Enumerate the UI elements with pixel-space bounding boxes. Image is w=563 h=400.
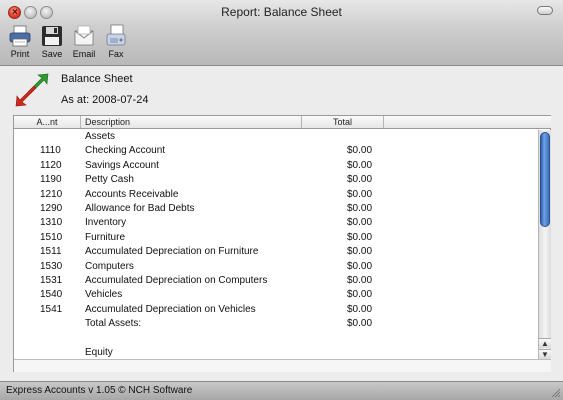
- fax-button[interactable]: Fax: [102, 24, 130, 64]
- column-header-account[interactable]: A...nt: [14, 116, 81, 128]
- row-account: 1530: [40, 260, 63, 272]
- row-description: Allowance for Bad Debts: [85, 202, 195, 214]
- row-total: $0.00: [347, 318, 373, 330]
- table-row[interactable]: 1511 Accumulated Depreciation on Furnitur…: [14, 245, 537, 259]
- row-account: 1541: [40, 303, 63, 315]
- fax-icon: [106, 24, 126, 46]
- row-account: 1531: [40, 274, 63, 286]
- fax-label: Fax: [108, 49, 124, 59]
- row-account: 1290: [40, 202, 63, 214]
- row-account: 1110: [40, 145, 61, 157]
- row-description: Accumulated Depreciation on Computers: [85, 274, 268, 286]
- row-total: $0.00: [347, 231, 373, 243]
- table-row[interactable]: 1290 Allowance for Bad Debts $0.00: [14, 202, 537, 216]
- row-description: Accounts Receivable: [85, 188, 179, 200]
- report-arrows-icon: [15, 73, 49, 107]
- print-button[interactable]: Print: [6, 24, 34, 64]
- balance-sheet-table: A...nt Description Total Assets 1110 Chec…: [13, 115, 551, 372]
- row-description: Furniture: [85, 231, 126, 243]
- row-account: 1511: [40, 246, 62, 258]
- print-label: Print: [10, 49, 30, 59]
- row-description: Computers: [85, 260, 134, 272]
- table-body: Assets 1110 Checking Account $0.00 1120 Sav…: [14, 130, 537, 359]
- window-title: Report: Balance Sheet: [221, 5, 342, 19]
- report-window: × Report: Balance Sheet Print Save Email…: [0, 0, 563, 400]
- row-total: $0.00: [347, 260, 373, 272]
- row-account: 1310: [40, 217, 63, 229]
- table-row[interactable]: 1310 Inventory $0.00: [14, 216, 537, 230]
- resize-grip-icon[interactable]: [551, 388, 561, 398]
- row-account: 1540: [40, 289, 63, 301]
- scroll-up-button[interactable]: ▲: [539, 338, 551, 348]
- table-row[interactable]: 1190 Petty Cash $0.00: [14, 173, 537, 187]
- row-total: $0.00: [347, 303, 373, 315]
- status-bar: Express Accounts v 1.05 © NCH Software: [0, 381, 563, 400]
- row-total: $0.00: [347, 289, 373, 301]
- row-description: Equity: [85, 346, 113, 358]
- status-text: Express Accounts v 1.05 © NCH Software: [6, 385, 193, 396]
- toolbar-toggle-button[interactable]: [537, 6, 553, 15]
- row-total: $0.00: [347, 246, 373, 258]
- row-description: Vehicles: [85, 289, 123, 301]
- table-row[interactable]: 1120 Savings Account $0.00: [14, 159, 537, 173]
- column-header-total[interactable]: Total: [302, 116, 384, 128]
- row-total: $0.00: [347, 159, 373, 171]
- row-total: $0.00: [347, 145, 373, 157]
- table-row[interactable]: [14, 331, 537, 345]
- table-row[interactable]: Assets: [14, 130, 537, 144]
- save-icon: [42, 26, 62, 46]
- email-button[interactable]: Email: [70, 24, 98, 64]
- report-title: Balance Sheet: [61, 73, 133, 85]
- save-label: Save: [41, 49, 63, 59]
- row-total: $0.00: [347, 274, 373, 286]
- table-row[interactable]: Equity: [14, 346, 537, 359]
- table-row[interactable]: 1110 Checking Account $0.00: [14, 144, 537, 158]
- title-bar: × Report: Balance Sheet Print Save Email…: [0, 0, 563, 66]
- row-description: Accumulated Depreciation on Furniture: [85, 246, 259, 258]
- print-icon: [9, 25, 31, 47]
- row-total: $0.00: [347, 174, 373, 186]
- row-account: 1190: [40, 174, 62, 186]
- table-row[interactable]: 1210 Accounts Receivable $0.00: [14, 188, 537, 202]
- column-header-description[interactable]: Description: [81, 116, 302, 128]
- arrow-down-icon: ▼: [541, 350, 549, 359]
- row-total: $0.00: [347, 217, 373, 229]
- toolbar: Print Save Email Fax: [6, 24, 130, 64]
- row-total: $0.00: [347, 188, 373, 200]
- table-row[interactable]: 1540 Vehicles $0.00: [14, 288, 537, 302]
- table-header: A...nt Description Total: [14, 116, 551, 129]
- table-footer-bar: [14, 359, 551, 372]
- row-description: Accumulated Depreciation on Vehicles: [85, 303, 256, 315]
- row-account: 1120: [40, 159, 62, 171]
- email-icon: [74, 25, 94, 46]
- arrow-up-icon: ▲: [541, 339, 549, 348]
- row-description: Petty Cash: [85, 174, 134, 186]
- row-description: Checking Account: [85, 145, 166, 157]
- table-row[interactable]: 1541 Accumulated Depreciation on Vehicles…: [14, 303, 537, 317]
- scroll-down-button[interactable]: ▼: [539, 349, 551, 359]
- table-row[interactable]: 1531 Accumulated Depreciation on Computer…: [14, 274, 537, 288]
- email-label: Email: [72, 49, 96, 59]
- vertical-scrollbar[interactable]: ▲ ▼: [538, 130, 551, 359]
- row-description: Inventory: [85, 217, 127, 229]
- row-total: $0.00: [347, 202, 373, 214]
- table-row[interactable]: 1530 Computers $0.00: [14, 260, 537, 274]
- table-row[interactable]: Total Assets: $0.00: [14, 317, 537, 331]
- table-row[interactable]: 1510 Furniture $0.00: [14, 231, 537, 245]
- report-date: As at: 2008-07-24: [61, 94, 149, 106]
- row-account: 1210: [40, 188, 63, 200]
- row-description: Savings Account: [85, 159, 159, 171]
- row-description: Total Assets:: [85, 318, 142, 330]
- row-description: Assets: [85, 131, 116, 142]
- row-account: 1510: [40, 231, 63, 243]
- scrollbar-thumb[interactable]: [540, 132, 550, 227]
- save-button[interactable]: Save: [38, 24, 66, 64]
